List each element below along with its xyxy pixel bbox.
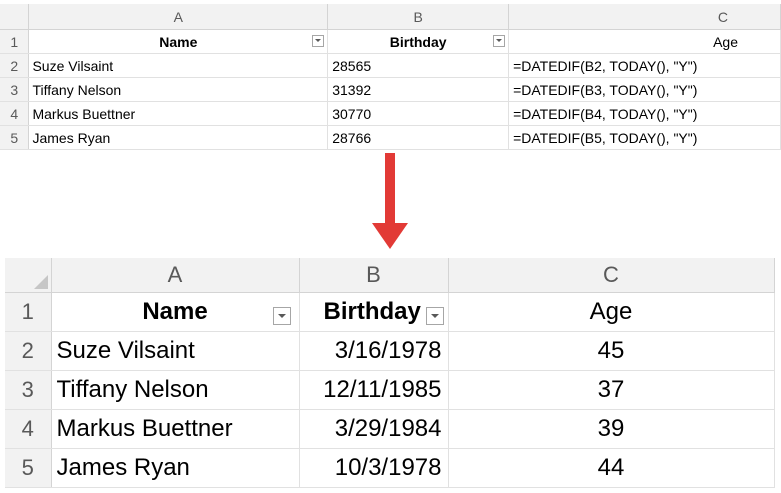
cell-a2[interactable]: Suze Vilsaint (51, 331, 300, 371)
age-header: Age (713, 33, 738, 50)
age-header: Age (589, 298, 633, 325)
name-header: Name (159, 33, 198, 50)
spreadsheet-before: A B C 1 Name Birthday Age 2 Suze Vilsain… (0, 4, 781, 150)
select-all-corner[interactable] (0, 4, 30, 30)
table-row: 3 Tiffany Nelson 12/11/1985 37 (5, 370, 775, 410)
row-header-5[interactable]: 5 (0, 125, 30, 150)
column-header-c[interactable]: C (448, 258, 775, 293)
table-row: 5 James Ryan 28766 =DATEDIF(B5, TODAY(),… (0, 125, 781, 150)
cell-c3[interactable]: =DATEDIF(B3, TODAY(), "Y") (508, 77, 781, 102)
cell-b5[interactable]: 28766 (327, 125, 510, 150)
birthday-header: Birthday (323, 298, 421, 325)
select-all-corner[interactable] (5, 258, 52, 293)
cell-c5[interactable]: 44 (448, 448, 775, 488)
row-header-2[interactable]: 2 (5, 331, 52, 371)
arrow-down-icon (372, 153, 408, 249)
cell-a4[interactable]: Markus Buettner (28, 101, 329, 126)
column-header-row: A B C (0, 4, 781, 30)
filter-dropdown-icon[interactable] (425, 307, 444, 325)
cell-c2[interactable]: =DATEDIF(B2, TODAY(), "Y") (508, 53, 781, 78)
cell-a4[interactable]: Markus Buettner (51, 409, 300, 449)
name-header: Name (142, 298, 208, 325)
filter-dropdown-icon[interactable] (272, 307, 291, 325)
row-header-1[interactable]: 1 (5, 292, 52, 332)
row-header-5[interactable]: 5 (5, 448, 52, 488)
cell-b3[interactable]: 31392 (327, 77, 510, 102)
arrow-head (372, 223, 408, 249)
cell-c1[interactable]: Age (448, 292, 775, 332)
table-row: 4 Markus Buettner 3/29/1984 39 (5, 409, 775, 449)
cell-b4[interactable]: 3/29/1984 (299, 409, 449, 449)
spreadsheet-after: A B C 1 Name Birthday Age 2 Suze Vilsain… (5, 258, 775, 488)
arrow-shaft (385, 153, 395, 225)
cell-b2[interactable]: 28565 (327, 53, 510, 78)
cell-c5[interactable]: =DATEDIF(B5, TODAY(), "Y") (508, 125, 781, 150)
cell-a1[interactable]: Name (28, 29, 329, 54)
cell-a2[interactable]: Suze Vilsaint (28, 53, 329, 78)
table-row: 1 Name Birthday Age (0, 29, 781, 54)
column-header-row: A B C (5, 258, 775, 293)
cell-b3[interactable]: 12/11/1985 (299, 370, 449, 410)
column-header-b[interactable]: B (299, 258, 449, 293)
filter-dropdown-icon[interactable] (493, 35, 506, 47)
cell-b1[interactable]: Birthday (299, 292, 449, 332)
column-header-a[interactable]: A (51, 258, 300, 293)
select-all-triangle-icon[interactable] (33, 275, 48, 289)
cell-c3[interactable]: 37 (448, 370, 775, 410)
cell-a5[interactable]: James Ryan (51, 448, 300, 488)
column-header-b[interactable]: B (327, 4, 510, 30)
birthday-header: Birthday (389, 33, 447, 50)
row-header-3[interactable]: 3 (0, 77, 30, 102)
cell-b1[interactable]: Birthday (327, 29, 510, 54)
table-row: 4 Markus Buettner 30770 =DATEDIF(B4, TOD… (0, 101, 781, 126)
table-row: 3 Tiffany Nelson 31392 =DATEDIF(B3, TODA… (0, 77, 781, 102)
row-header-4[interactable]: 4 (5, 409, 52, 449)
cell-b2[interactable]: 3/16/1978 (299, 331, 449, 371)
filter-dropdown-icon[interactable] (312, 35, 325, 47)
cell-a5[interactable]: James Ryan (28, 125, 329, 150)
row-header-3[interactable]: 3 (5, 370, 52, 410)
column-header-a[interactable]: A (28, 4, 329, 30)
cell-c4[interactable]: 39 (448, 409, 775, 449)
table-row: 5 James Ryan 10/3/1978 44 (5, 448, 775, 488)
cell-c1[interactable]: Age (508, 29, 781, 54)
row-header-1[interactable]: 1 (0, 29, 30, 54)
cell-b5[interactable]: 10/3/1978 (299, 448, 449, 488)
row-header-4[interactable]: 4 (0, 101, 30, 126)
cell-c2[interactable]: 45 (448, 331, 775, 371)
table-row: 2 Suze Vilsaint 28565 =DATEDIF(B2, TODAY… (0, 53, 781, 78)
table-row: 2 Suze Vilsaint 3/16/1978 45 (5, 331, 775, 371)
cell-c4[interactable]: =DATEDIF(B4, TODAY(), "Y") (508, 101, 781, 126)
row-header-2[interactable]: 2 (0, 53, 30, 78)
cell-b4[interactable]: 30770 (327, 101, 510, 126)
cell-a3[interactable]: Tiffany Nelson (28, 77, 329, 102)
column-header-c[interactable]: C (508, 4, 781, 30)
table-row: 1 Name Birthday Age (5, 292, 775, 332)
cell-a3[interactable]: Tiffany Nelson (51, 370, 300, 410)
cell-a1[interactable]: Name (51, 292, 300, 332)
